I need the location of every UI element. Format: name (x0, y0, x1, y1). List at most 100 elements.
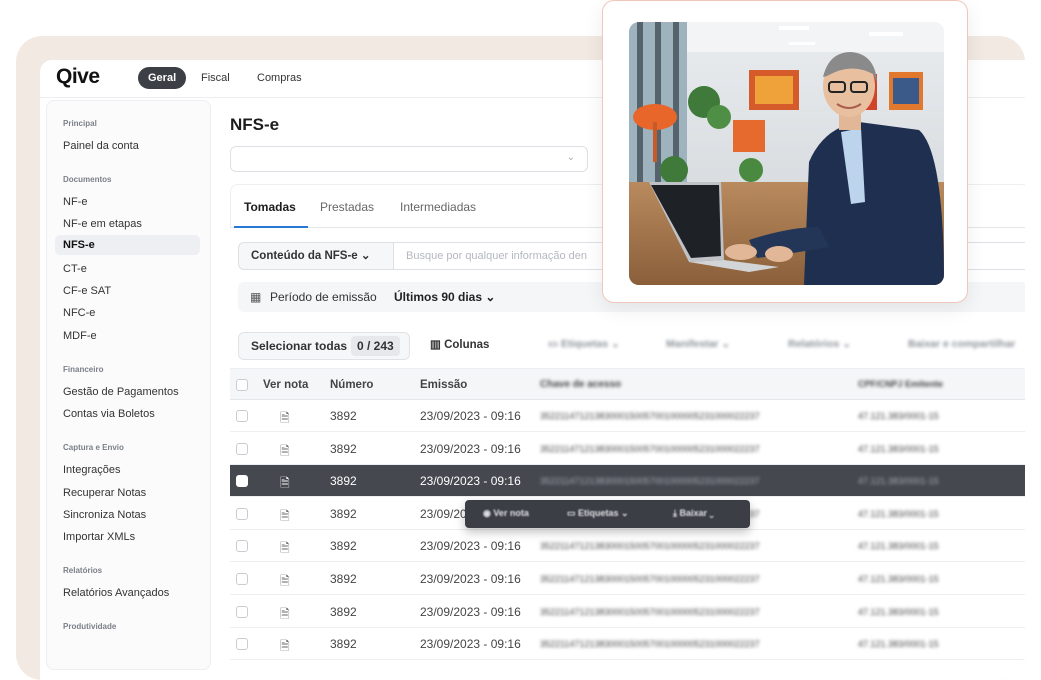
col-ver-nota[interactable]: Ver nota (263, 379, 308, 391)
cell-numero: 3892 (330, 572, 357, 586)
sidebar-item-mdfe[interactable]: MDF-e (63, 330, 97, 342)
tab-intermediadas[interactable]: Intermediadas (400, 200, 476, 214)
document-icon[interactable]: 🗎 (280, 409, 290, 430)
download-share-button[interactable]: Baixar e compartilhar (908, 338, 1015, 350)
office-photo (629, 22, 944, 285)
reports-button[interactable]: Relatórios ⌄ (788, 338, 851, 350)
sidebar-item-recuperar[interactable]: Recuperar Notas (63, 487, 146, 499)
download-share-label: Baixar e compartilhar (908, 338, 1016, 350)
row-checkbox[interactable] (236, 442, 248, 455)
col-emissao[interactable]: Emissão (420, 379, 467, 391)
sidebar-item-nfe[interactable]: NF-e (63, 196, 87, 208)
sidebar-section-principal: Principal (63, 119, 97, 128)
cell-numero: 3892 (330, 441, 357, 456)
cell-emissao: 23/09/2023 - 09:16 (420, 604, 521, 619)
row-actions-popup: ◉ Ver nota ▭ Etiquetas ⌄ ⤓ Baixar ⌄ (465, 500, 750, 528)
columns-label: Colunas (444, 339, 490, 351)
table-row[interactable]: 🗎 3892 23/09/2023 - 09:16 35221147121383000… (230, 595, 1025, 628)
tab-tomadas[interactable]: Tomadas (244, 200, 296, 214)
sidebar-item-integracoes[interactable]: Integrações (63, 464, 120, 476)
select-all-checkbox[interactable] (236, 379, 248, 391)
period-value-text: Últimos 90 dias (394, 290, 483, 304)
document-icon[interactable]: 🗎 (280, 539, 290, 560)
cell-emissao: 23/09/2023 - 09:16 (420, 409, 521, 423)
period-value[interactable]: Últimos 90 dias ⌄ (394, 282, 495, 312)
cell-numero: 3892 (330, 637, 357, 652)
nav-tab-compras[interactable]: Compras (257, 67, 302, 89)
document-icon[interactable]: 🗎 (280, 507, 290, 528)
sidebar-item-painel[interactable]: Painel da conta (63, 140, 139, 152)
sidebar-item-pagamentos[interactable]: Gestão de Pagamentos (63, 386, 179, 398)
row-checkbox[interactable] (236, 475, 248, 488)
cell-emissao: 23/09/2023 - 09:16 (420, 539, 521, 554)
sidebar-item-nfce[interactable]: NFC-e (63, 307, 95, 319)
columns-button[interactable]: ▥ Colunas (430, 337, 489, 351)
cell-cnpj: 47.121.383/0001-15 (858, 476, 939, 487)
content-filter-label: Conteúdo da NFS-e (251, 250, 358, 262)
sidebar-item-boletos[interactable]: Contas via Boletos (63, 408, 155, 420)
cell-numero: 3892 (330, 474, 357, 489)
cell-chave: 3522114712138300015005700100000523100002… (540, 541, 760, 552)
content-filter-dropdown[interactable]: Conteúdo da NFS-e ⌄ (238, 242, 394, 270)
cell-emissao: 23/09/2023 - 09:16 (420, 637, 521, 652)
table-toolbar: Selecionar todas 0 / 243 ▥ Colunas ▭ Eti… (238, 332, 1025, 360)
tags-button[interactable]: ▭ Etiquetas ⌄ (548, 338, 620, 350)
sidebar-item-cfe-sat[interactable]: CF-e SAT (63, 285, 111, 297)
selection-count: 0 / 243 (351, 336, 400, 356)
sidebar-section-produtividade: Produtividade (63, 622, 117, 631)
document-icon[interactable]: 🗎 (280, 474, 290, 495)
col-numero[interactable]: Número (330, 379, 373, 391)
cell-chave: 3522114712138300015005700100000523100002… (540, 606, 760, 617)
reports-label: Relatórios (788, 338, 840, 350)
period-label: Período de emissão (270, 290, 377, 304)
table-header: Ver nota Número Emissão Chave de acesso … (230, 368, 1025, 400)
cell-cnpj: 47.121.383/0001-15 (858, 574, 939, 584)
chevron-down-icon: ⌄ (360, 250, 371, 262)
table-row[interactable]: 🗎 3892 23/09/2023 - 09:16 35221147121383000… (230, 432, 1025, 465)
document-icon[interactable]: 🗎 (280, 572, 290, 593)
cell-numero: 3892 (330, 604, 357, 619)
sidebar: Principal Painel da conta Documentos NF-… (46, 100, 211, 670)
sidebar-item-importar[interactable]: Importar XMLs (63, 531, 135, 543)
document-icon[interactable]: 🗎 (280, 637, 290, 658)
row-checkbox[interactable] (236, 573, 248, 585)
sidebar-item-nfe-etapas[interactable]: NF-e em etapas (63, 218, 142, 230)
cell-cnpj: 47.121.383/0001-15 (858, 541, 939, 552)
sidebar-section-financeiro: Financeiro (63, 365, 104, 374)
sidebar-item-nfse[interactable]: NFS-e (55, 235, 200, 255)
row-checkbox[interactable] (236, 410, 248, 422)
cell-emissao: 23/09/2023 - 09:16 (420, 441, 521, 456)
document-icon[interactable]: 🗎 (280, 605, 290, 626)
cell-cnpj: 47.121.383/0001-15 (858, 639, 939, 650)
row-checkbox[interactable] (236, 540, 248, 553)
table-row[interactable]: 🗎 3892 23/09/2023 - 09:16 35221147121383000… (230, 465, 1025, 498)
row-checkbox[interactable] (236, 507, 248, 520)
document-icon[interactable]: 🗎 (280, 442, 290, 463)
sidebar-item-sincroniza[interactable]: Sincroniza Notas (63, 509, 146, 521)
select-all-button[interactable]: Selecionar todas 0 / 243 (238, 332, 410, 360)
sidebar-section-captura: Captura e Envio (63, 443, 124, 452)
active-tab-indicator (234, 226, 308, 228)
popup-download-button[interactable]: ⤓ Baixar ⌄ (673, 508, 714, 519)
company-select[interactable]: ⌄ (230, 146, 588, 172)
page-title: NFS-e (230, 115, 280, 134)
table-row[interactable]: 🗎 3892 23/09/2023 - 09:16 35221147121383000… (230, 563, 1025, 595)
tab-prestadas[interactable]: Prestadas (320, 200, 374, 214)
cell-chave: 3522114712138300015005700100000523100002… (540, 443, 760, 454)
nav-tab-geral[interactable]: Geral (138, 67, 187, 89)
col-chave[interactable]: Chave de acesso (540, 379, 621, 390)
sidebar-item-cte[interactable]: CT-e (63, 263, 87, 275)
table-row[interactable]: 🗎 3892 23/09/2023 - 09:16 35221147121383000… (230, 400, 1025, 432)
table-row[interactable]: 🗎 3892 23/09/2023 - 09:16 35221147121383000… (230, 530, 1025, 563)
col-cnpj[interactable]: CPF/CNPJ Emitente (858, 379, 943, 389)
sidebar-item-relatorios-avancados[interactable]: Relatórios Avançados (63, 587, 169, 599)
row-checkbox[interactable] (236, 605, 248, 618)
popup-view-button[interactable]: ◉ Ver nota (483, 508, 529, 519)
calendar-icon: ▦ (250, 290, 262, 304)
tag-icon: ▭ (548, 338, 558, 350)
nav-tab-fiscal[interactable]: Fiscal (201, 67, 230, 89)
manifest-button[interactable]: Manifestar ⌄ (666, 338, 730, 350)
popup-tags-button[interactable]: ▭ Etiquetas ⌄ (567, 508, 629, 519)
table-row[interactable]: 🗎 3892 23/09/2023 - 09:16 35221147121383000… (230, 628, 1025, 661)
row-checkbox[interactable] (236, 638, 248, 651)
